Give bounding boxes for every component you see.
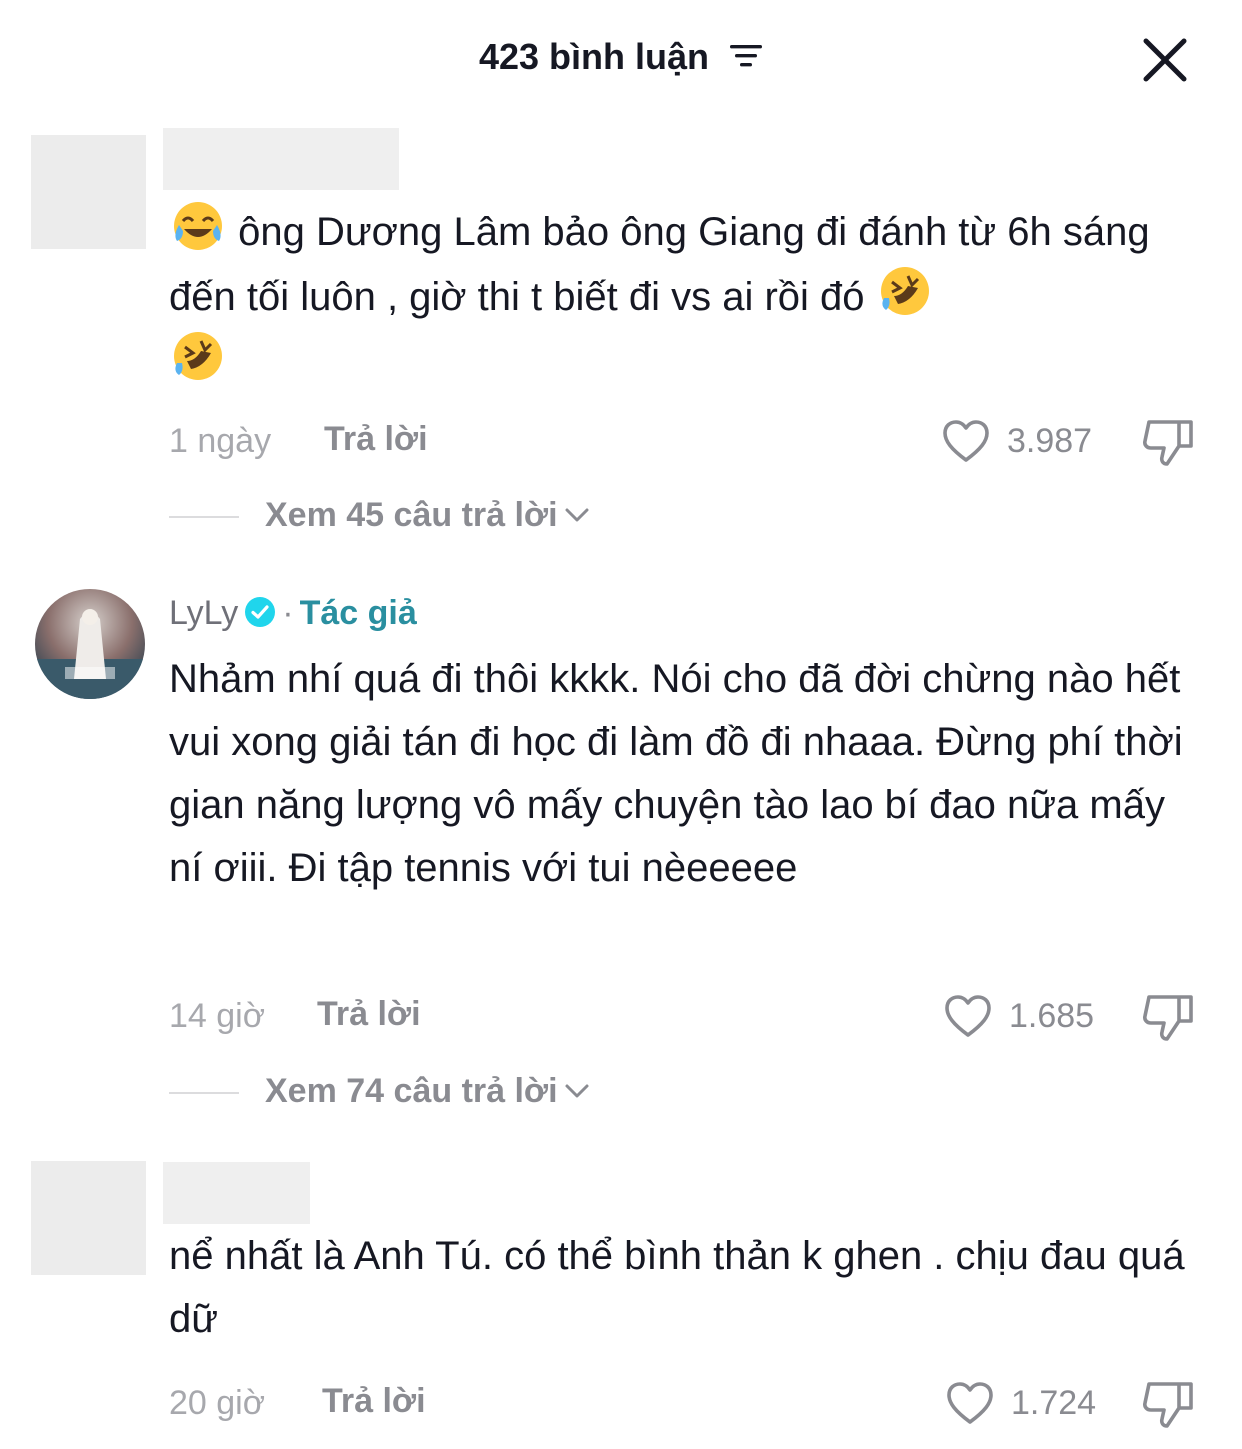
divider — [169, 516, 239, 518]
username-redacted[interactable] — [163, 128, 399, 190]
comment-text: ông Dương Lâm bảo ông Giang đi đánh từ 6… — [169, 199, 1209, 394]
face-with-tears-of-joy-icon — [174, 202, 222, 250]
comment-count-title: 423 bình luận — [478, 36, 710, 77]
comment-meta: 20 giờ Trả lời 1.724 — [169, 1378, 1209, 1428]
view-replies-label: Xem 74 câu trả lời — [265, 1072, 558, 1110]
avatar[interactable] — [35, 589, 145, 699]
comment-text: nể nhất là Anh Tú. có thể bình thản k gh… — [169, 1234, 1185, 1341]
like-button[interactable]: 1.724 — [945, 1378, 1105, 1428]
reply-button[interactable]: Trả lời — [324, 420, 428, 459]
chevron-down-icon — [565, 1084, 589, 1098]
heart-icon — [947, 1382, 993, 1424]
like-count: 1.685 — [1009, 997, 1095, 1035]
username-redacted[interactable] — [163, 1162, 310, 1224]
like-button[interactable]: 3.987 — [941, 416, 1101, 466]
avatar-image — [35, 589, 145, 699]
close-icon[interactable] — [1138, 33, 1192, 87]
comment-meta: 14 giờ Trả lời 1.685 — [169, 991, 1209, 1041]
comment-text: Nhảm nhí quá đi thôi kkkk. Nói cho đã đờ… — [169, 657, 1183, 890]
author-tag: Tác giả — [299, 594, 417, 632]
comment-time: 1 ngày — [169, 422, 272, 460]
rolling-on-floor-laughing-icon — [880, 267, 929, 315]
like-button[interactable]: 1.685 — [943, 991, 1103, 1041]
author-username[interactable]: LyLy — [169, 594, 238, 632]
comments-header: 423 bình luận — [0, 0, 1242, 110]
like-count: 3.987 — [1007, 422, 1093, 460]
comment-text-body: ông Dương Lâm bảo ông Giang đi đánh từ 6… — [169, 210, 1150, 319]
heart-icon — [943, 420, 989, 462]
separator-dot: · — [282, 594, 294, 632]
reply-button[interactable]: Trả lời — [322, 1382, 426, 1421]
avatar[interactable] — [31, 1161, 146, 1275]
author-line: LyLy · Tác giả — [169, 594, 417, 633]
comment-meta: 1 ngày Trả lời 3.987 — [169, 416, 1209, 466]
verified-icon — [245, 597, 276, 628]
heart-icon — [945, 995, 991, 1037]
dislike-icon[interactable] — [1141, 416, 1197, 468]
comment-time: 20 giờ — [169, 1384, 266, 1422]
dislike-icon[interactable] — [1141, 1378, 1197, 1430]
sort-icon[interactable] — [729, 42, 763, 70]
comment-time: 14 giờ — [169, 997, 266, 1035]
like-count: 1.724 — [1011, 1384, 1097, 1422]
chevron-down-icon — [565, 508, 589, 522]
reply-button[interactable]: Trả lời — [317, 995, 421, 1034]
dislike-icon[interactable] — [1141, 991, 1197, 1043]
rolling-on-floor-laughing-icon — [174, 332, 222, 380]
divider — [169, 1092, 239, 1094]
header-title-row[interactable]: 423 bình luận — [0, 36, 1242, 78]
avatar[interactable] — [31, 135, 146, 249]
view-replies-label: Xem 45 câu trả lời — [265, 496, 558, 534]
